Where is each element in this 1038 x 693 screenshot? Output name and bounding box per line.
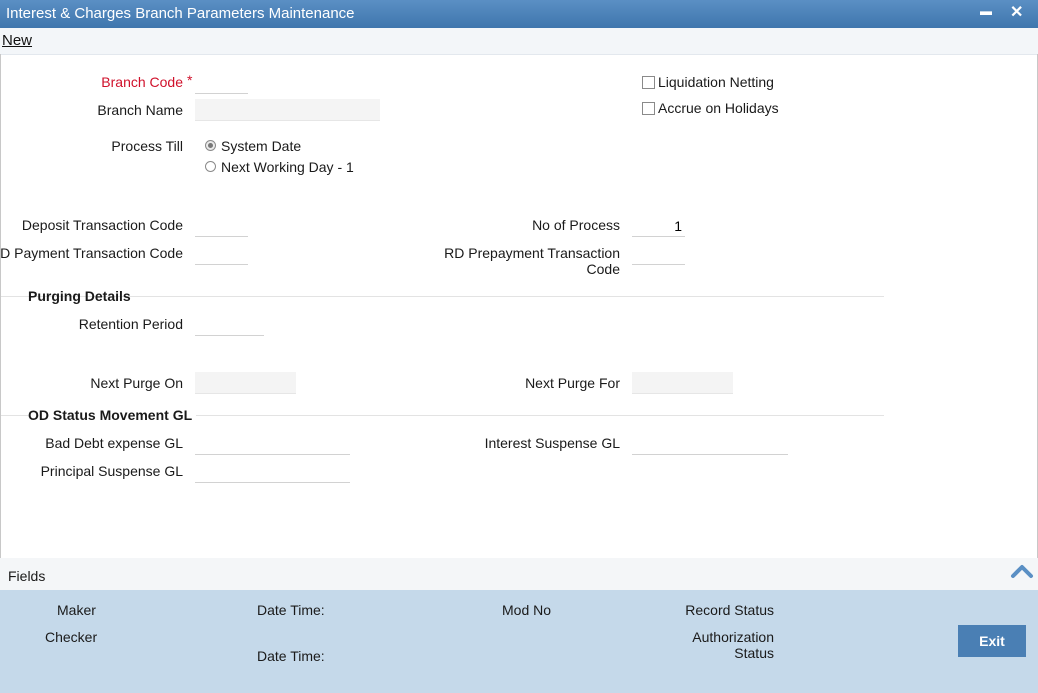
no-of-process-input[interactable] — [632, 215, 685, 237]
purging-divider — [0, 296, 884, 297]
accrue-on-holidays-checkbox[interactable] — [642, 102, 655, 115]
liquidation-netting-checkbox[interactable] — [642, 76, 655, 89]
liquidation-netting-label: Liquidation Netting — [658, 74, 774, 90]
toolbar: New — [0, 28, 1038, 55]
next-working-day-label: Next Working Day - 1 — [221, 159, 354, 175]
branch-name-input[interactable] — [195, 99, 380, 121]
accrue-on-holidays-label: Accrue on Holidays — [658, 100, 779, 116]
bad-debt-expense-gl-label: Bad Debt expense GL — [45, 435, 183, 451]
title-bar: Interest & Charges Branch Parameters Mai… — [0, 0, 1038, 28]
rd-prepayment-label-line2: Code — [586, 261, 620, 277]
interest-suspense-gl-input[interactable] — [632, 433, 788, 455]
process-till-label: Process Till — [111, 138, 183, 154]
audit-panel: Maker Checker Date Time: Date Time: Mod … — [0, 590, 1038, 693]
next-purge-for-label: Next Purge For — [525, 375, 620, 391]
deposit-txn-code-label: Deposit Transaction Code — [21, 217, 183, 233]
next-purge-on-label: Next Purge On — [90, 375, 183, 391]
branch-code-input[interactable] — [195, 72, 248, 94]
purging-details-heading: Purging Details — [28, 288, 131, 304]
system-date-radio[interactable] — [205, 140, 216, 151]
deposit-txn-code-input[interactable] — [195, 215, 248, 237]
fields-label[interactable]: Fields — [8, 568, 45, 584]
rd-payment-txn-code-label: RD Payment Transaction Code — [0, 245, 183, 261]
left-border — [0, 54, 1, 558]
maker-label: Maker — [57, 602, 96, 618]
required-asterisk: * — [187, 72, 193, 88]
window-title: Interest & Charges Branch Parameters Mai… — [6, 5, 355, 22]
next-purge-for-input[interactable] — [632, 372, 733, 394]
branch-code-label-text: Branch Code — [101, 74, 183, 90]
chevron-up-icon[interactable] — [1010, 562, 1034, 582]
authorization-label-line2: Status — [734, 645, 774, 661]
principal-suspense-gl-input[interactable] — [195, 461, 350, 483]
interest-suspense-gl-label: Interest Suspense GL — [484, 435, 620, 451]
new-link[interactable]: New — [2, 32, 32, 49]
authorization-label-line1: Authorization — [692, 629, 774, 645]
next-purge-on-input[interactable] — [195, 372, 296, 394]
authorization-status-label: Authorization Status — [692, 629, 774, 661]
retention-period-label: Retention Period — [78, 316, 183, 332]
record-status-label: Record Status — [685, 602, 774, 618]
fields-bar: Fields — [0, 558, 1038, 590]
exit-button[interactable]: Exit — [958, 625, 1026, 657]
minimize-icon[interactable]: ▬ — [980, 4, 992, 18]
bad-debt-expense-gl-input[interactable] — [195, 433, 350, 455]
rd-prepayment-txn-code-input[interactable] — [632, 243, 685, 265]
retention-period-input[interactable] — [195, 314, 264, 336]
rd-prepayment-txn-code-label: RD Prepayment Transaction Code — [444, 245, 620, 277]
rd-payment-txn-code-input[interactable] — [195, 243, 248, 265]
od-status-heading: OD Status Movement GL — [28, 407, 197, 423]
maker-date-time-label: Date Time: — [257, 602, 325, 618]
branch-code-label: Branch Code — [101, 74, 183, 90]
mod-no-label: Mod No — [502, 602, 552, 618]
next-working-day-radio[interactable] — [205, 161, 216, 172]
close-icon[interactable]: ✕ — [1010, 2, 1023, 22]
checker-label: Checker — [45, 629, 98, 645]
branch-name-label: Branch Name — [97, 102, 183, 118]
system-date-label: System Date — [221, 138, 302, 154]
no-of-process-label: No of Process — [532, 217, 620, 233]
checker-date-time-label: Date Time: — [257, 648, 325, 664]
rd-prepayment-label-line1: RD Prepayment Transaction — [444, 245, 620, 261]
principal-suspense-gl-label: Principal Suspense GL — [40, 463, 183, 479]
